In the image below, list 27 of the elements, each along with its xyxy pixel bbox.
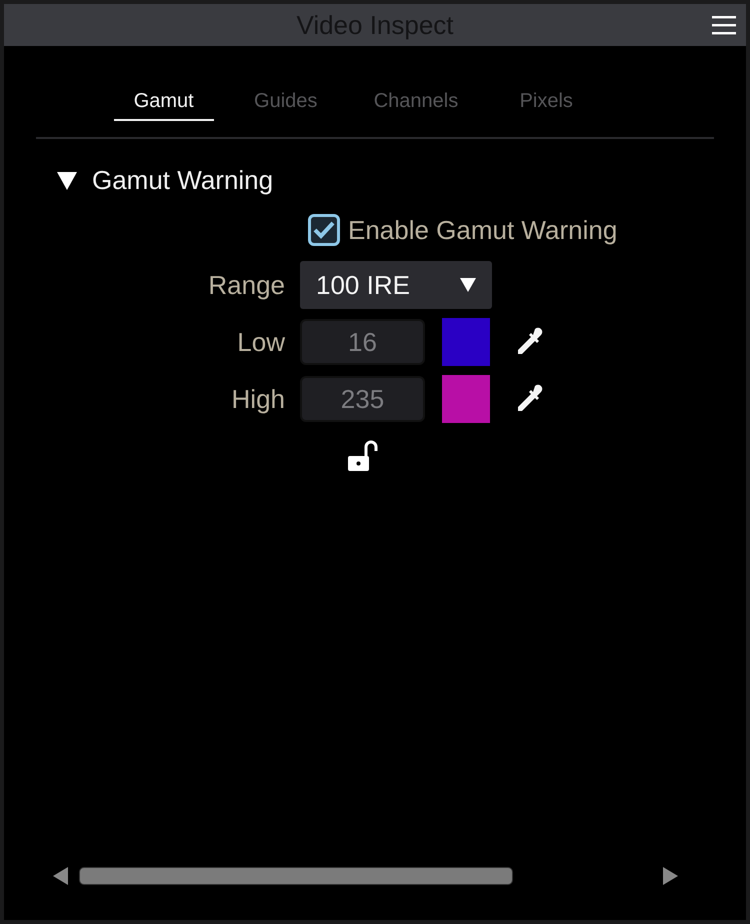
caret-icon bbox=[460, 278, 476, 292]
field-label: Range bbox=[208, 270, 285, 300]
range-dropdown[interactable]: 100 IRE bbox=[300, 261, 492, 309]
triangle-left-icon bbox=[53, 867, 69, 885]
unlocked-icon bbox=[348, 440, 380, 472]
scrollbar-thumb[interactable] bbox=[79, 867, 513, 885]
color-swatch[interactable] bbox=[442, 375, 490, 423]
expand-toggle[interactable] bbox=[56, 170, 78, 190]
tab[interactable]: Gamut bbox=[114, 86, 214, 121]
triangle-right-icon bbox=[662, 867, 678, 885]
input-field[interactable]: 16 bbox=[300, 319, 425, 365]
color-swatch[interactable] bbox=[442, 318, 490, 366]
tab[interactable]: Pixels bbox=[496, 86, 596, 121]
tab[interactable]: Channels bbox=[358, 86, 474, 121]
section-title: Gamut Warning bbox=[92, 165, 274, 196]
input-field[interactable]: 235 bbox=[300, 376, 425, 422]
triangle-down-icon bbox=[56, 170, 78, 190]
lock-button[interactable] bbox=[348, 440, 380, 472]
field-label: Low bbox=[237, 326, 285, 358]
menu-icon bbox=[712, 13, 736, 37]
scroll-right-button[interactable] bbox=[662, 867, 678, 885]
field-label: High bbox=[232, 384, 285, 414]
checkbox[interactable] bbox=[308, 214, 340, 246]
checkbox-label: Enable Gamut Warning bbox=[348, 214, 618, 246]
tab[interactable]: Guides bbox=[236, 86, 336, 121]
scroll-left-button[interactable] bbox=[53, 867, 69, 885]
check-icon bbox=[313, 220, 335, 240]
